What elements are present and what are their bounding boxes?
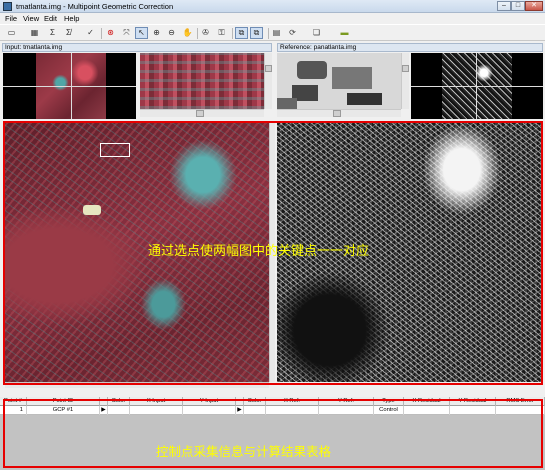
col-ref-marker[interactable] [236, 397, 244, 406]
input-overview[interactable] [3, 53, 136, 119]
input-zoom-vscroll[interactable] [264, 53, 272, 109]
stack-icon[interactable]: ❏ [310, 27, 323, 39]
zoom-out-icon[interactable]: ⊖ [165, 27, 178, 39]
close-button[interactable]: ✕ [525, 1, 543, 11]
link-icon[interactable]: ⧉ [235, 27, 248, 39]
sigma-icon[interactable]: Σ [46, 27, 59, 39]
col-y-residual[interactable]: Y Residual [450, 397, 496, 406]
input-panel-label: Input: tmatlanta.img [2, 43, 272, 52]
cell-y-input[interactable] [183, 406, 236, 415]
cell-y-ref[interactable] [319, 406, 374, 415]
cell-rms-error[interactable] [496, 406, 545, 415]
cell-ref-color[interactable] [244, 406, 266, 415]
title-bar: tmatlanta.img - Multipoint Geometric Cor… [0, 0, 545, 13]
menu-bar: File View Edit Help [0, 13, 545, 24]
cell-y-residual[interactable] [450, 406, 496, 415]
cell-type[interactable]: Control [374, 406, 404, 415]
col-x-residual[interactable]: X Residual [404, 397, 450, 406]
gcp-table-header: Point # Point ID Color X Input Y Input C… [0, 397, 545, 406]
cell-x-ref[interactable] [266, 406, 319, 415]
col-point-number[interactable]: Point # [0, 397, 27, 406]
table-caption: 控制点采集信息与计算结果表格 [156, 444, 332, 459]
cell-x-input[interactable] [130, 406, 183, 415]
window-title: tmatlanta.img - Multipoint Geometric Cor… [16, 2, 174, 11]
col-input-marker[interactable] [100, 397, 108, 406]
input-zoom-hscroll[interactable] [140, 109, 264, 117]
reference-zoom-view[interactable] [277, 53, 401, 109]
refresh-icon[interactable]: ⟳ [286, 27, 299, 39]
cell-point-id[interactable]: GCP #1 [27, 406, 100, 415]
col-input-color[interactable]: Color [108, 397, 130, 406]
table-icon[interactable]: ▦ [28, 27, 41, 39]
toolbar: ▭ ▦ Σ Σ̸ ✓ ⊛ ⤧ ↖ ⊕ ⊖ ✋ ✇ ⚿ ⧉ ⧉ ▤ ⟳ ❏ ▬ [0, 24, 545, 41]
input-main-hscroll[interactable] [5, 382, 269, 388]
cell-input-color[interactable] [108, 406, 130, 415]
col-x-input[interactable]: X Input [130, 397, 183, 406]
checkmark-icon[interactable]: ✓ [84, 27, 97, 39]
input-zoom-view[interactable] [140, 53, 264, 109]
reference-panel-label: Reference: panatlanta.img [277, 43, 543, 52]
cell-x-residual[interactable] [404, 406, 450, 415]
cell-input-marker[interactable]: ▶ [100, 406, 108, 415]
lock-icon[interactable]: ⚿ [215, 27, 228, 39]
gcp-target-icon[interactable]: ⊛ [104, 27, 117, 39]
zoom-in-icon[interactable]: ⊕ [150, 27, 163, 39]
col-rms-error[interactable]: RMS Error [496, 397, 545, 406]
menu-edit[interactable]: Edit [42, 13, 59, 24]
menu-view[interactable]: View [21, 13, 41, 24]
views-caption: 通过选点使两幅图中的关键点一一对应 [148, 244, 370, 259]
select-arrow-icon[interactable]: ↖ [135, 27, 148, 39]
col-y-ref[interactable]: Y Ref. [319, 397, 374, 406]
fit-icon[interactable]: ⤧ [120, 27, 133, 39]
cell-ref-marker[interactable]: ▶ [236, 406, 244, 415]
sigma-edit-icon[interactable]: Σ̸ [62, 27, 75, 39]
pan-hand-icon[interactable]: ✋ [181, 27, 194, 39]
col-ref-color[interactable]: Color [244, 397, 266, 406]
app-icon [3, 2, 12, 11]
maximize-button[interactable]: □ [511, 1, 525, 11]
link-all-icon[interactable]: ⧉ [250, 27, 263, 39]
menu-file[interactable]: File [3, 13, 19, 24]
ruler-icon[interactable]: ▬ [338, 27, 351, 39]
col-point-id[interactable]: Point ID [27, 397, 100, 406]
col-y-input[interactable]: Y Input [183, 397, 236, 406]
window-icon[interactable]: ▭ [5, 27, 18, 39]
reference-zoom-hscroll[interactable] [277, 109, 401, 117]
calc-icon[interactable]: ▤ [270, 27, 283, 39]
reference-zoom-vscroll[interactable] [401, 53, 409, 109]
col-x-ref[interactable]: X Ref. [266, 397, 319, 406]
table-row[interactable]: 1 GCP #1 ▶ ▶ Control [0, 406, 545, 415]
cell-point-number[interactable]: 1 [0, 406, 27, 415]
reference-overview[interactable] [411, 53, 543, 119]
minimize-button[interactable]: – [497, 1, 511, 11]
target-icon[interactable]: ✇ [199, 27, 212, 39]
menu-help[interactable]: Help [62, 13, 81, 24]
col-type[interactable]: Type [374, 397, 404, 406]
